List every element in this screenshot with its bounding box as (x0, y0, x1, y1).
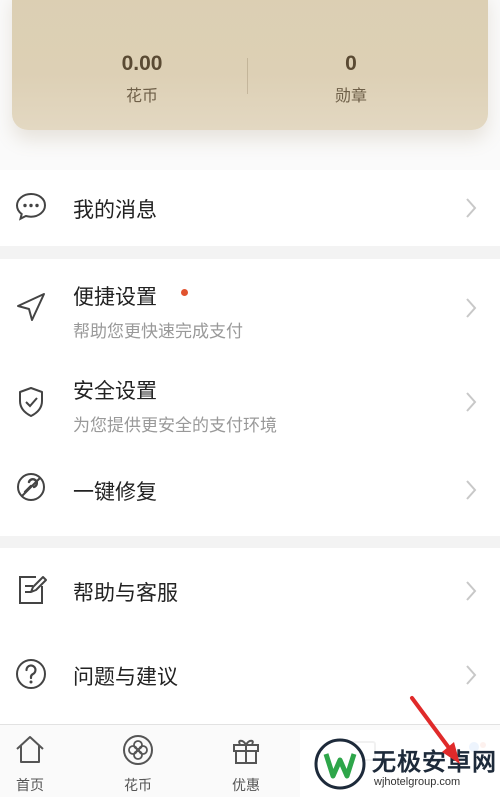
chevron-right-icon (464, 664, 478, 686)
chevron-right-icon (464, 391, 478, 413)
wallet-card: 0.00 花币 0 勋章 (12, 0, 488, 130)
watermark-url: wjhotelgroup.com (374, 776, 461, 788)
messages-section: 我的消息 (0, 170, 500, 246)
one-click-repair-title: 一键修复 (73, 480, 157, 504)
messages-title: 我的消息 (73, 198, 157, 222)
tab-offers[interactable]: 优惠 (216, 725, 276, 797)
profile-header: 0.00 花币 0 勋章 (0, 0, 500, 170)
badges-value: 0 (345, 52, 357, 75)
menu-item-security-settings[interactable]: 安全设置 为您提供更安全的支付环境 (0, 356, 500, 453)
coins-label: 花币 (125, 86, 158, 105)
shield-check-icon (14, 385, 48, 419)
settings-section: 便捷设置 帮助您更快速完成支付 安全设置 为您提供更安全的支付环境 一键修复 (0, 259, 500, 536)
menu-item-messages[interactable]: 我的消息 (0, 170, 500, 246)
chat-bubble-icon (14, 189, 48, 223)
badges-stat[interactable]: 0 勋章 (251, 52, 451, 106)
gift-icon (233, 739, 259, 764)
tab-offers-label: 优惠 (232, 778, 260, 794)
chevron-right-icon (464, 197, 478, 219)
tab-coins-label: 花币 (124, 778, 152, 794)
badges-label: 勋章 (334, 86, 367, 105)
security-settings-subtitle: 为您提供更安全的支付环境 (73, 416, 277, 436)
tab-coins[interactable]: 花币 (108, 725, 168, 797)
quick-settings-subtitle: 帮助您更快速完成支付 (73, 322, 243, 342)
send-arrow-icon (14, 290, 48, 324)
tab-home-label: 首页 (16, 778, 44, 794)
menu-item-feedback[interactable]: 问题与建议 (0, 633, 500, 724)
chevron-right-icon (464, 580, 478, 602)
chevron-right-icon (464, 297, 478, 319)
repair-icon (14, 470, 48, 504)
help-service-title: 帮助与客服 (73, 581, 178, 605)
watermark-logo-icon (314, 738, 366, 790)
flower-coin-icon (123, 735, 153, 765)
stat-divider (247, 58, 248, 94)
question-circle-icon (14, 657, 48, 691)
chevron-right-icon (464, 479, 478, 501)
feedback-title: 问题与建议 (73, 665, 178, 689)
watermark-name: 无极安卓网 (372, 748, 497, 776)
menu-item-one-click-repair[interactable]: 一键修复 (0, 453, 500, 536)
coins-stat[interactable]: 0.00 花币 (42, 52, 242, 106)
quick-settings-title: 便捷设置 (73, 285, 157, 309)
coins-value: 0.00 (121, 52, 163, 75)
menu-item-quick-settings[interactable]: 便捷设置 帮助您更快速完成支付 (0, 259, 500, 356)
tab-home[interactable]: 首页 (0, 725, 60, 797)
menu-item-help-service[interactable]: 帮助与客服 (0, 548, 500, 633)
new-indicator-dot (181, 289, 188, 296)
edit-document-icon (14, 573, 48, 607)
home-icon (16, 736, 44, 763)
help-section: 帮助与客服 问题与建议 (0, 548, 500, 724)
security-settings-title: 安全设置 (73, 379, 157, 403)
